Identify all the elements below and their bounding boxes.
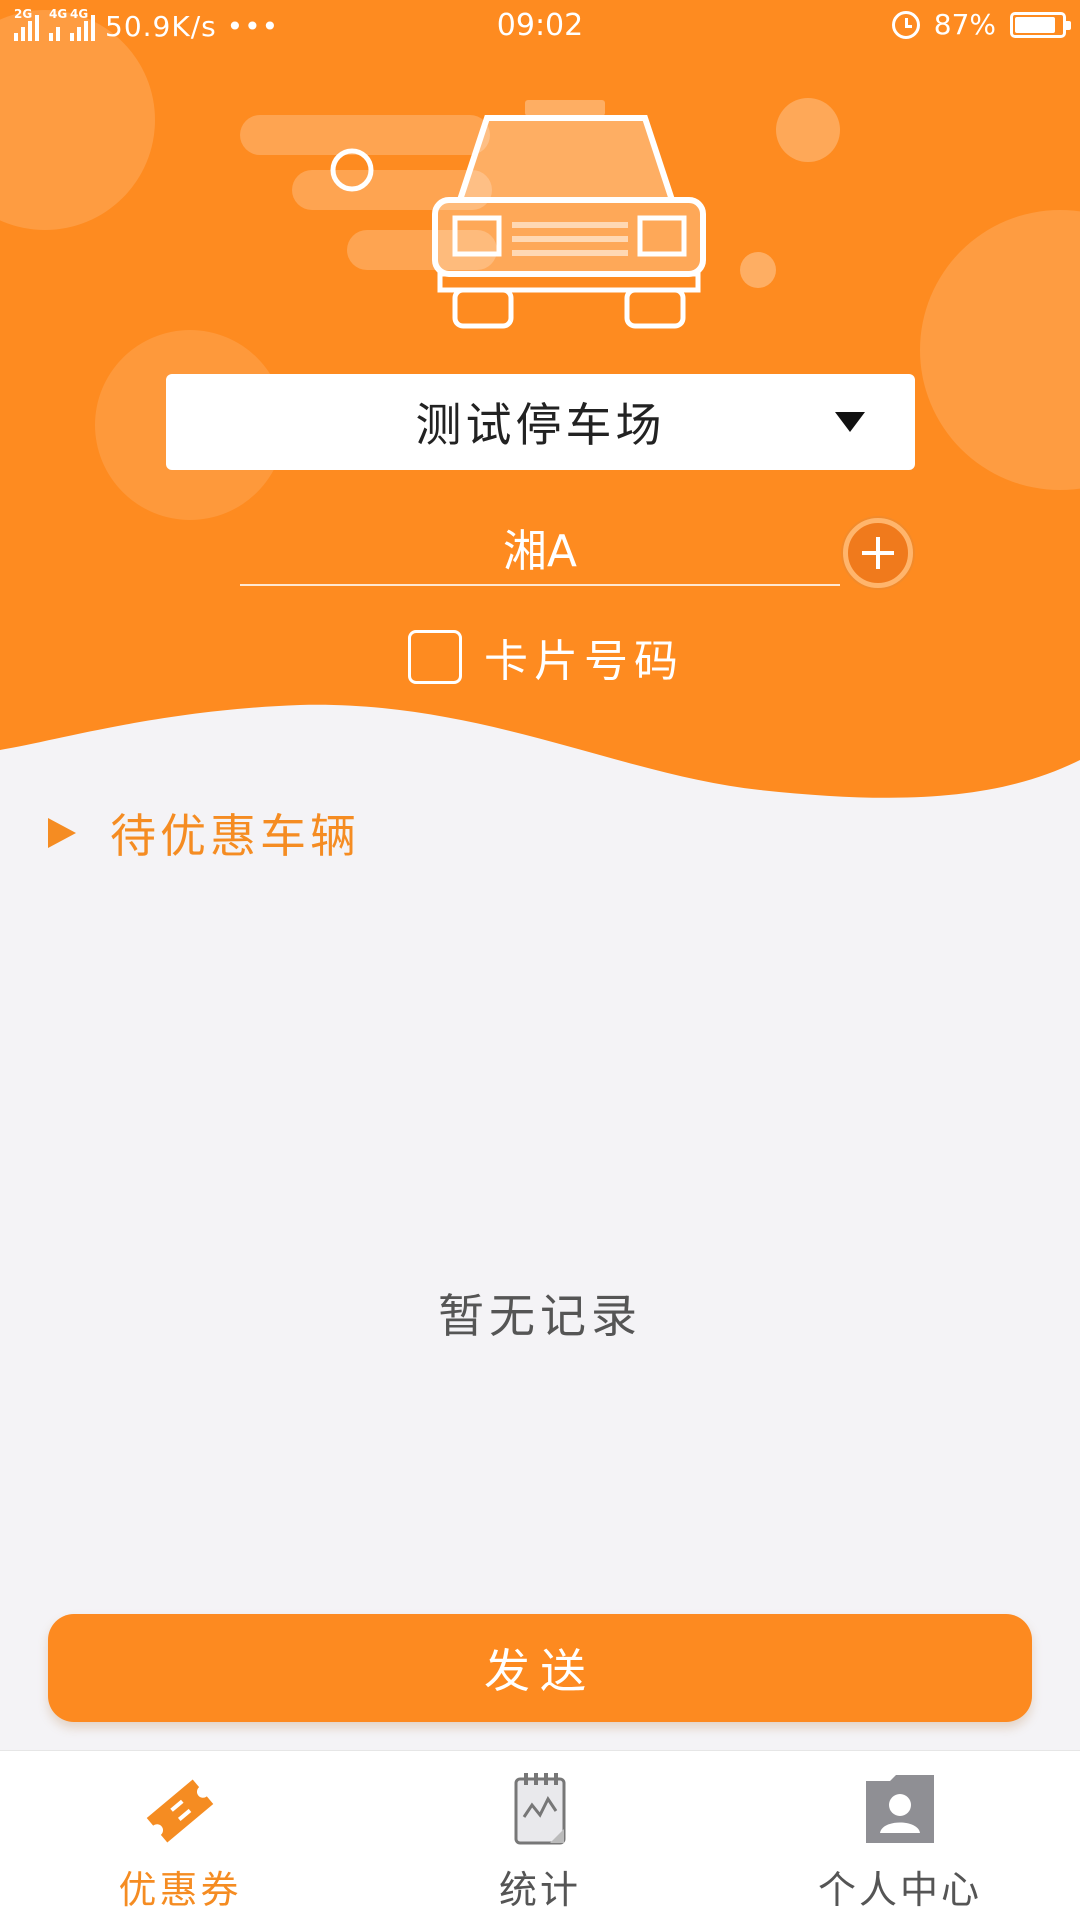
- stats-icon: [514, 1773, 566, 1845]
- nav-label-coupons: 优惠券: [118, 1868, 242, 1912]
- nav-item-profile[interactable]: 个人中心: [720, 1751, 1080, 1920]
- play-triangle-icon: [48, 818, 76, 848]
- nav-item-coupons[interactable]: 优惠券: [0, 1751, 360, 1920]
- card-number-checkbox[interactable]: [408, 630, 462, 684]
- profile-icon: [866, 1775, 934, 1843]
- status-right: 87%: [891, 8, 1071, 41]
- section-title: 待优惠车辆: [110, 809, 360, 863]
- parking-lot-select[interactable]: 测试停车场: [166, 374, 915, 470]
- ticket-icon: [146, 1779, 214, 1843]
- battery-fill: [1015, 16, 1055, 33]
- app-screen: 2G 4G 4G 50.9K/s ••• 09:02 87% 测试停车场 湘A …: [0, 0, 1080, 1920]
- nav-label-stats: 统计: [498, 1868, 581, 1912]
- battery-icon: [1010, 11, 1071, 38]
- parking-lot-selected: 测试停车场: [415, 398, 666, 452]
- send-button[interactable]: 发送: [48, 1614, 1032, 1722]
- nav-item-stats[interactable]: 统计: [360, 1751, 720, 1920]
- status-bar: 2G 4G 4G 50.9K/s ••• 09:02 87%: [0, 0, 1080, 56]
- alarm-icon: [891, 10, 920, 39]
- battery-percent: 87%: [933, 8, 996, 41]
- empty-state-text: 暂无记录: [438, 1289, 642, 1343]
- card-number-label: 卡片号码: [484, 636, 684, 687]
- bottom-nav: 优惠券 统计 个人中心: [0, 1750, 1080, 1920]
- plate-number-input[interactable]: [240, 510, 840, 586]
- add-plate-button[interactable]: [843, 518, 913, 588]
- chevron-down-icon: [835, 412, 865, 432]
- nav-label-profile: 个人中心: [817, 1868, 982, 1912]
- card-number-toggle[interactable]: 卡片号码: [408, 625, 684, 689]
- pending-vehicles-header[interactable]: 待优惠车辆: [48, 800, 360, 866]
